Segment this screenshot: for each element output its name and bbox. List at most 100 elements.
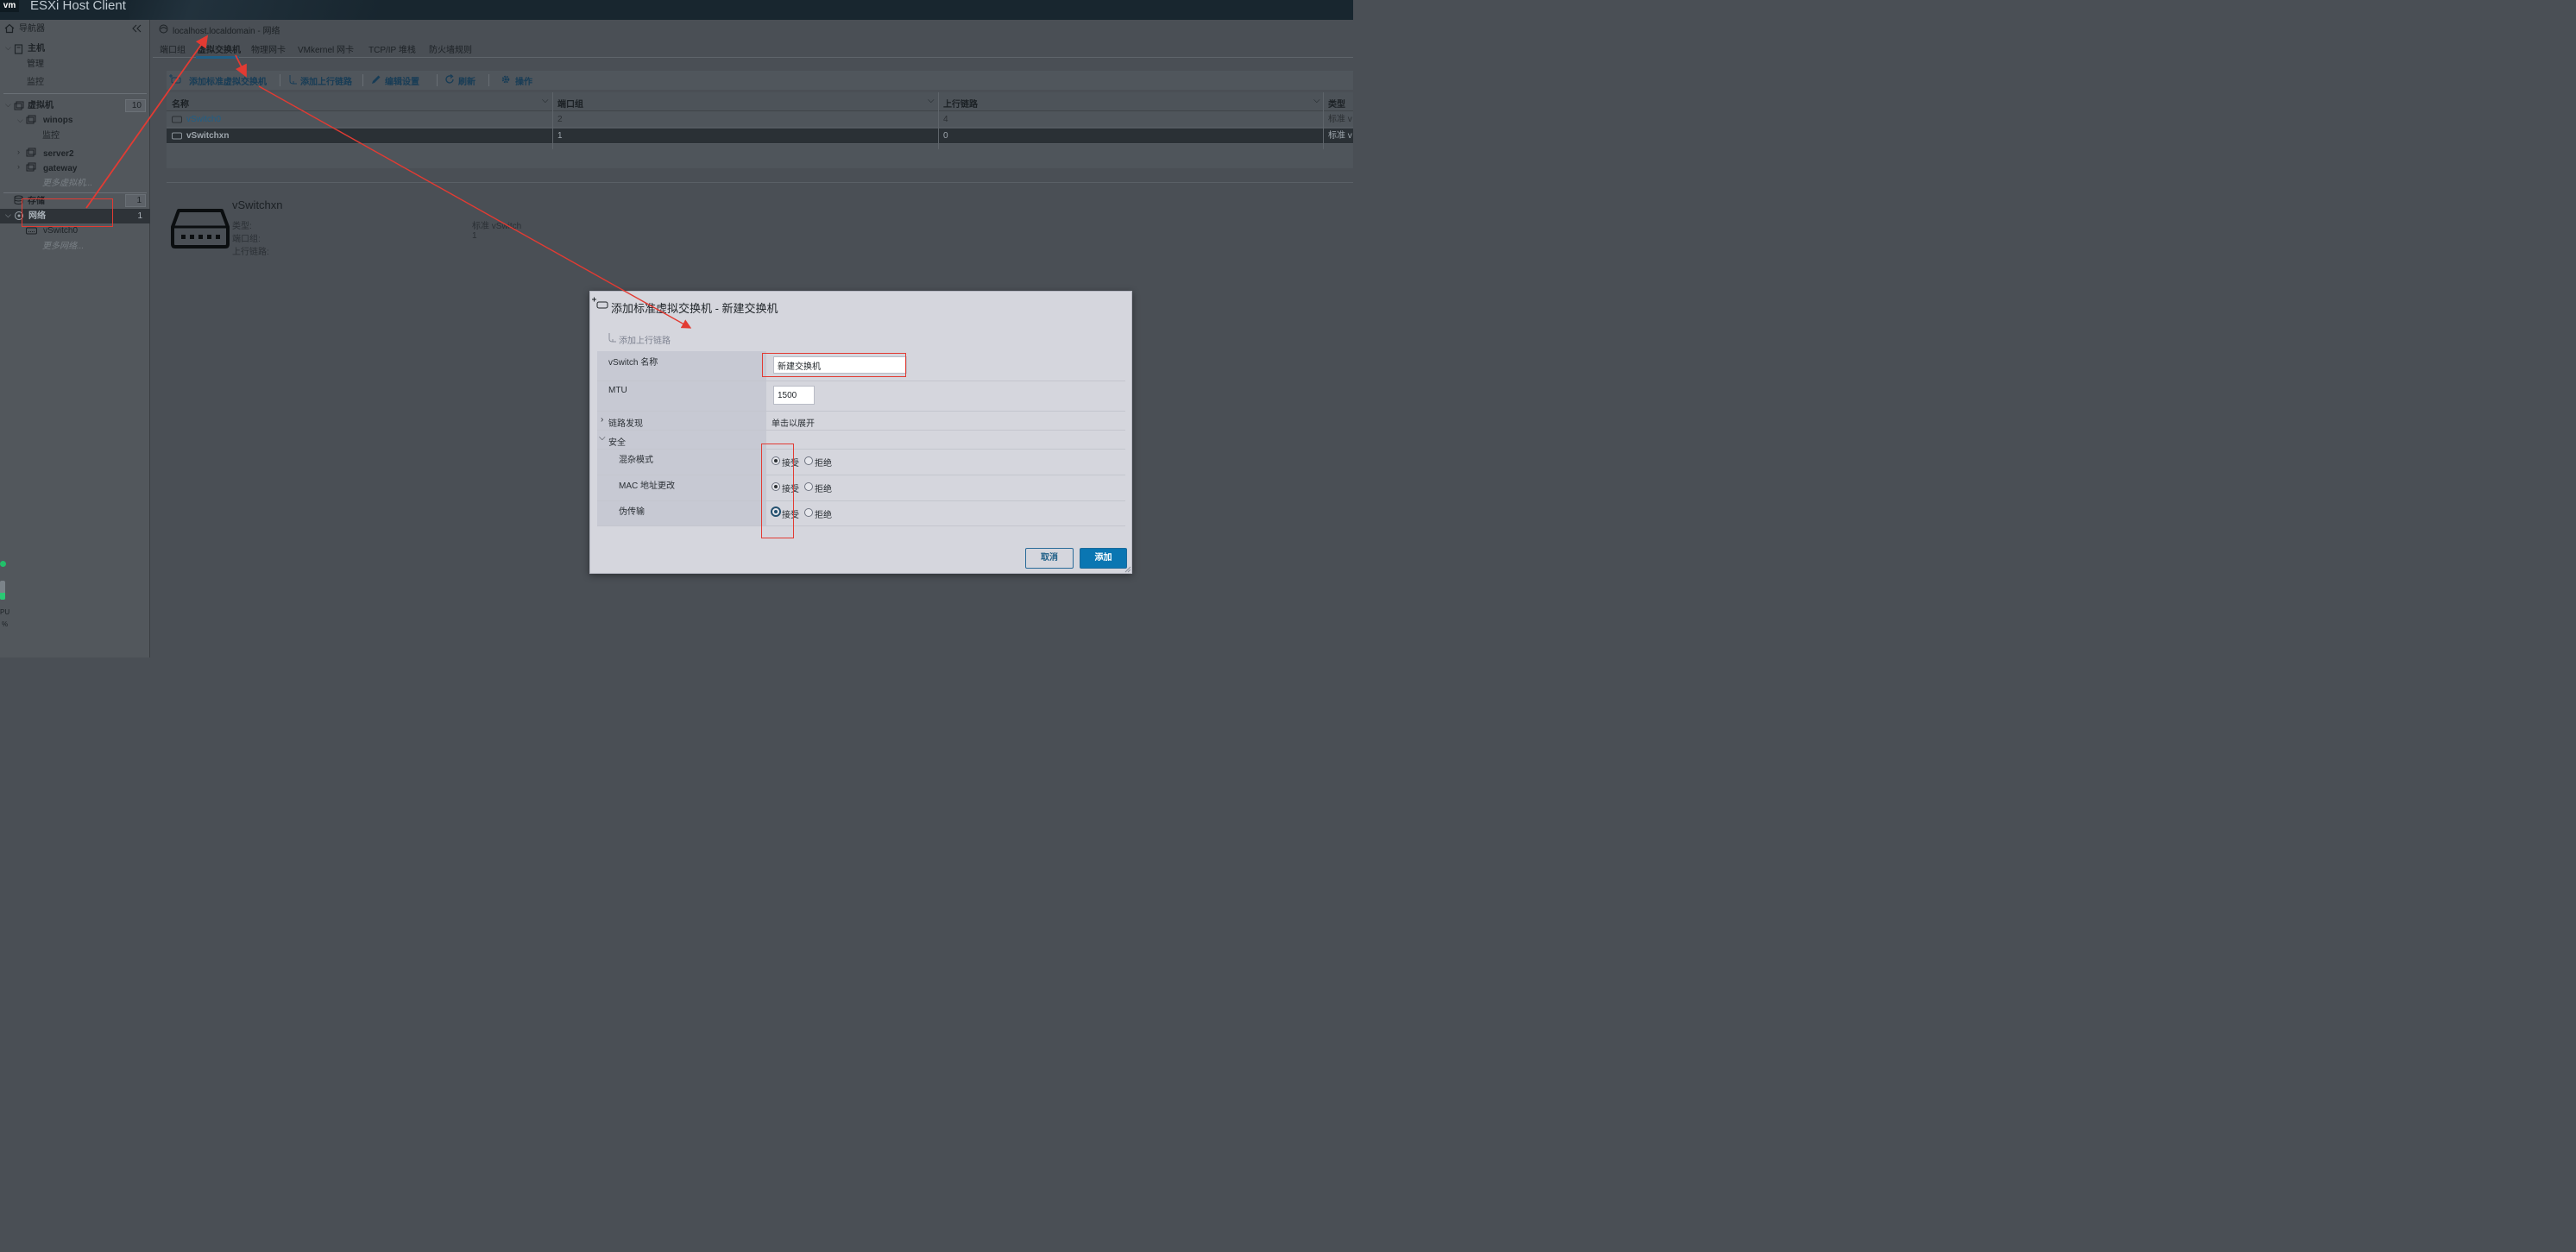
vm-icon: [26, 115, 36, 124]
table-row-selected[interactable]: vSwitchxn 1 0 标准 v: [167, 129, 1353, 144]
mac-reject-radio[interactable]: [804, 482, 813, 491]
mac-accept-label[interactable]: 接受: [782, 481, 799, 494]
nav-more-networks[interactable]: 更多网络...: [42, 239, 84, 254]
col-uplinks[interactable]: 上行链路: [943, 97, 978, 110]
mac-accept-radio[interactable]: [772, 482, 780, 491]
chevron-right-icon[interactable]: ›: [17, 162, 20, 171]
storage-count-badge: 1: [125, 194, 146, 207]
actions-button[interactable]: 操作: [515, 74, 532, 87]
chevron-down-icon[interactable]: ⌵: [17, 116, 23, 125]
active-tab-indicator: [196, 56, 239, 59]
toolbar-divider: [488, 74, 489, 86]
mtu-label: MTU: [608, 386, 627, 395]
app-title: ESXi Host Client: [30, 0, 126, 13]
col-type[interactable]: 类型: [1328, 97, 1345, 110]
top-bar: vm ESXi Host Client: [0, 0, 1353, 20]
forged-reject-label[interactable]: 拒绝: [815, 507, 832, 520]
vswitch-name-input[interactable]: [773, 356, 907, 374]
nav-vm-monitor[interactable]: 监控: [42, 129, 60, 143]
uplink-icon: [608, 333, 616, 343]
toolbar-divider: [362, 74, 363, 86]
column-divider: [552, 92, 553, 149]
forged-accept-label[interactable]: 接受: [782, 507, 799, 520]
form-row-security[interactable]: ⌵ 安全: [597, 431, 1125, 450]
nav-host[interactable]: 主机: [28, 41, 45, 56]
switch-icon: [172, 116, 182, 123]
tab-firewall-rules[interactable]: 防火墙规则: [429, 42, 472, 55]
cell-name[interactable]: vSwitch0: [186, 112, 221, 128]
link-discovery-value[interactable]: 单击以展开: [772, 416, 815, 429]
pencil-icon: [372, 75, 381, 84]
cancel-button[interactable]: 取消: [1025, 548, 1074, 569]
add-standard-switch-button[interactable]: 添加标准虚拟交换机: [189, 74, 267, 87]
nav-vm-winops[interactable]: winops: [43, 113, 72, 128]
nav-host-manage[interactable]: 管理: [27, 57, 44, 72]
promiscuous-accept-radio[interactable]: [772, 456, 780, 465]
collapse-icon[interactable]: [131, 24, 142, 33]
promiscuous-reject-radio[interactable]: [804, 456, 813, 465]
nav-vm-server2[interactable]: server2: [43, 147, 74, 161]
form-row-mtu: MTU: [597, 381, 1125, 412]
edit-settings-button[interactable]: 编辑设置: [385, 74, 419, 87]
cell-port-groups: 1: [557, 131, 563, 141]
form-row-mac-changes: MAC 地址更改 接受 拒绝: [597, 475, 1125, 501]
vms-count-badge: 10: [125, 99, 146, 112]
tab-physical-nics[interactable]: 物理网卡: [251, 42, 286, 55]
dialog-add-uplink-button[interactable]: 添加上行链路: [619, 333, 671, 346]
switch-icon: [172, 132, 182, 140]
chevron-down-icon[interactable]: ⌵: [5, 211, 11, 220]
chevron-right-icon[interactable]: ›: [601, 415, 603, 425]
nav-vm-gateway[interactable]: gateway: [43, 161, 77, 176]
cell-uplinks: 0: [943, 131, 948, 141]
nav-host-monitor[interactable]: 监控: [27, 75, 44, 90]
host-icon: [14, 44, 23, 54]
promiscuous-label: 混杂模式: [619, 456, 653, 465]
tab-virtual-switches[interactable]: 虚拟交换机: [198, 42, 241, 55]
navigator-header: 导航器: [0, 20, 150, 37]
nav-vswitch0[interactable]: vSwitch0: [43, 223, 78, 238]
mac-reject-label[interactable]: 拒绝: [815, 481, 832, 494]
chevron-down-icon[interactable]: ⌵: [599, 433, 606, 443]
mtu-input[interactable]: [773, 386, 815, 405]
col-port-groups[interactable]: 端口组: [557, 97, 583, 110]
cpu-indicator: PU %: [0, 557, 10, 634]
form-row-link-discovery[interactable]: › 链路发现 单击以展开: [597, 412, 1125, 431]
chevron-down-icon[interactable]: ⌵: [5, 43, 11, 53]
switch-icon: [26, 227, 37, 235]
chevron-down-icon[interactable]: ⌵: [928, 96, 935, 105]
network-icon: [15, 211, 23, 220]
switch-table: 名称 ⌵ 端口组 ⌵ 上行链路 ⌵ 类型 vSwitch0 2 4 标准 v v…: [167, 92, 1353, 168]
nav-network[interactable]: 网络: [28, 209, 46, 223]
add-button[interactable]: 添加: [1080, 548, 1127, 569]
form-row-name: vSwitch 名称: [597, 351, 1125, 381]
tab-tcpip-stacks[interactable]: TCP/IP 堆栈: [368, 42, 416, 55]
table-row[interactable]: vSwitch0 2 4 标准 v: [167, 112, 1353, 128]
cell-name[interactable]: vSwitchxn: [186, 129, 229, 144]
tab-vmkernel-nics[interactable]: VMkernel 网卡: [298, 42, 354, 55]
nav-more-vms[interactable]: 更多虚拟机...: [42, 176, 92, 191]
detail-type-label: 类型:: [232, 222, 252, 231]
chevron-down-icon[interactable]: ⌵: [542, 96, 549, 105]
storage-icon: [14, 195, 23, 204]
chevron-down-icon[interactable]: ⌵: [5, 100, 11, 110]
refresh-button[interactable]: 刷新: [458, 74, 476, 87]
form-row-promiscuous: 混杂模式 接受 拒绝: [597, 450, 1125, 475]
nav-storage[interactable]: 存储: [28, 194, 45, 209]
add-uplink-button[interactable]: 添加上行链路: [300, 74, 352, 87]
col-name[interactable]: 名称: [172, 97, 189, 110]
forged-accept-radio[interactable]: [771, 506, 781, 517]
toolbar: 添加标准虚拟交换机 添加上行链路 编辑设置 刷新 操作: [167, 71, 1353, 90]
resize-grip-icon[interactable]: [1124, 566, 1131, 573]
detail-portgroups-value: 1: [472, 231, 477, 241]
tab-port-groups[interactable]: 端口组: [160, 42, 186, 55]
security-label[interactable]: 安全: [608, 435, 626, 448]
chevron-down-icon[interactable]: ⌵: [1313, 96, 1320, 105]
refresh-icon: [445, 74, 454, 84]
chevron-right-icon[interactable]: ›: [17, 148, 20, 156]
link-discovery-label[interactable]: 链路发现: [608, 416, 643, 429]
home-icon: [4, 23, 15, 34]
promiscuous-reject-label[interactable]: 拒绝: [815, 456, 832, 469]
forged-reject-radio[interactable]: [804, 508, 813, 517]
promiscuous-accept-label[interactable]: 接受: [782, 456, 799, 469]
nav-vms[interactable]: 虚拟机: [28, 98, 54, 113]
